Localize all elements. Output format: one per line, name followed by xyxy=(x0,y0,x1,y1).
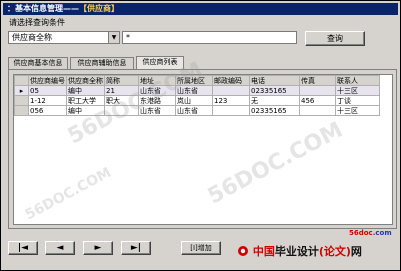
title-bar: ：基本信息管理——【供应商】 xyxy=(3,3,398,15)
last-record-button[interactable]: ►| xyxy=(121,241,151,255)
table-row[interactable]: 1-12 职工大学 职大 东港路 岚山 123 无 456 丁谈 xyxy=(14,95,380,106)
title-text: ：基本信息管理—— xyxy=(7,4,79,13)
grid-header-row: 供应商编号 供应商全称 简称 地址 所属地区 邮政编码 电话 传真 联系人 xyxy=(14,75,380,86)
table-cell[interactable]: 05 xyxy=(28,85,67,96)
table-cell[interactable]: 东港路 xyxy=(138,95,176,106)
table-cell[interactable]: 山东省 xyxy=(175,105,213,116)
previous-record-button[interactable]: ◄ xyxy=(45,241,75,255)
search-input[interactable]: * xyxy=(122,31,297,44)
add-button[interactable]: [I]增加 xyxy=(181,241,221,255)
table-cell[interactable] xyxy=(104,105,139,116)
table-cell[interactable]: 山东省 xyxy=(175,85,213,96)
table-cell[interactable] xyxy=(299,105,336,116)
table-cell[interactable]: 十三区 xyxy=(335,105,380,116)
site-logo-text: 56doc.com xyxy=(349,229,392,237)
first-record-button[interactable]: |◄ xyxy=(8,241,38,255)
search-input-value: * xyxy=(126,33,130,42)
chevron-down-icon[interactable]: ▼ xyxy=(108,32,119,43)
row-pointer-icon: ▸ xyxy=(14,85,29,96)
table-cell[interactable]: 123 xyxy=(212,95,250,106)
search-prompt-label: 请选择查询条件 xyxy=(9,18,65,27)
table-cell[interactable]: 职工大学 xyxy=(66,95,105,106)
brand-emblem-icon xyxy=(238,246,248,256)
table-cell[interactable]: 十三区 xyxy=(335,85,380,96)
brand-logo-c: 网 xyxy=(350,245,362,258)
table-cell[interactable]: 02335165 xyxy=(249,85,300,96)
table-cell[interactable]: 1-12 xyxy=(28,95,67,106)
table-cell[interactable] xyxy=(212,85,250,96)
table-cell[interactable]: 编中 xyxy=(66,105,105,116)
table-cell[interactable] xyxy=(212,105,250,116)
site-name: 56doc xyxy=(349,229,373,237)
supplier-table: 供应商编号 供应商全称 简称 地址 所属地区 邮政编码 电话 传真 联系人 ▸ xyxy=(14,75,380,116)
table-cell[interactable]: 056 xyxy=(28,105,67,116)
table-row[interactable]: 056 编中 山东省 山东省 02335165 十三区 xyxy=(14,105,380,116)
table-cell[interactable]: 丁谈 xyxy=(335,95,380,106)
table-cell[interactable]: 无 xyxy=(249,95,300,106)
title-accent: 【供应商】 xyxy=(79,4,119,13)
table-cell[interactable]: 山东省 xyxy=(138,85,176,96)
column-header[interactable]: 所属地区 xyxy=(175,75,213,86)
column-header[interactable]: 供应商编号 xyxy=(28,75,67,86)
supplier-grid[interactable]: 供应商编号 供应商全称 简称 地址 所属地区 邮政编码 电话 传真 联系人 ▸ xyxy=(13,74,393,225)
column-header[interactable]: 联系人 xyxy=(335,75,380,86)
table-cell[interactable]: 编中 xyxy=(66,85,105,96)
site-tld: .com xyxy=(372,229,392,237)
search-field-value: 供应商全称 xyxy=(12,33,52,42)
table-cell[interactable]: 岚山 xyxy=(175,95,213,106)
row-indicator xyxy=(14,105,29,116)
tab-supplier-list[interactable]: 供应商列表 xyxy=(136,56,184,69)
table-cell[interactable]: 职大 xyxy=(104,95,139,106)
column-header[interactable]: 地址 xyxy=(138,75,176,86)
column-header[interactable]: 邮政编码 xyxy=(212,75,250,86)
tab-panel: 供应商编号 供应商全称 简称 地址 所属地区 邮政编码 电话 传真 联系人 ▸ xyxy=(8,69,397,229)
table-row[interactable]: ▸ 05 编中 21 山东省 山东省 02335165 十三区 xyxy=(14,85,380,96)
next-record-button[interactable]: ► xyxy=(83,241,113,255)
brand-logo-b: (论文) xyxy=(318,245,351,258)
table-cell[interactable]: 21 xyxy=(104,85,139,96)
column-header[interactable]: 电话 xyxy=(249,75,300,86)
tab-supplier-basic[interactable]: 供应商基本信息 xyxy=(8,57,68,69)
column-header[interactable]: 供应商全称 xyxy=(66,75,105,86)
search-field-select[interactable]: 供应商全称 ▼ xyxy=(8,31,120,44)
main-window: ：基本信息管理——【供应商】 请选择查询条件 供应商全称 ▼ * 查询 供应商基… xyxy=(0,0,401,271)
brand-logo-china: 中国 xyxy=(252,245,275,258)
query-button[interactable]: 查询 xyxy=(305,31,365,46)
column-header[interactable]: 传真 xyxy=(299,75,336,86)
table-cell[interactable] xyxy=(299,85,336,96)
table-cell[interactable]: 456 xyxy=(299,95,336,106)
brand-logo-a: 毕业设计 xyxy=(274,245,319,258)
table-cell[interactable]: 山东省 xyxy=(138,105,176,116)
brand-logo: 中国毕业设计(论文)网 xyxy=(237,243,362,259)
column-header[interactable]: 简称 xyxy=(104,75,139,86)
tab-supplier-auxiliary[interactable]: 供应商辅助信息 xyxy=(70,57,134,69)
table-cell[interactable]: 02335165 xyxy=(249,105,300,116)
row-indicator-header xyxy=(14,75,29,86)
row-indicator xyxy=(14,95,29,106)
